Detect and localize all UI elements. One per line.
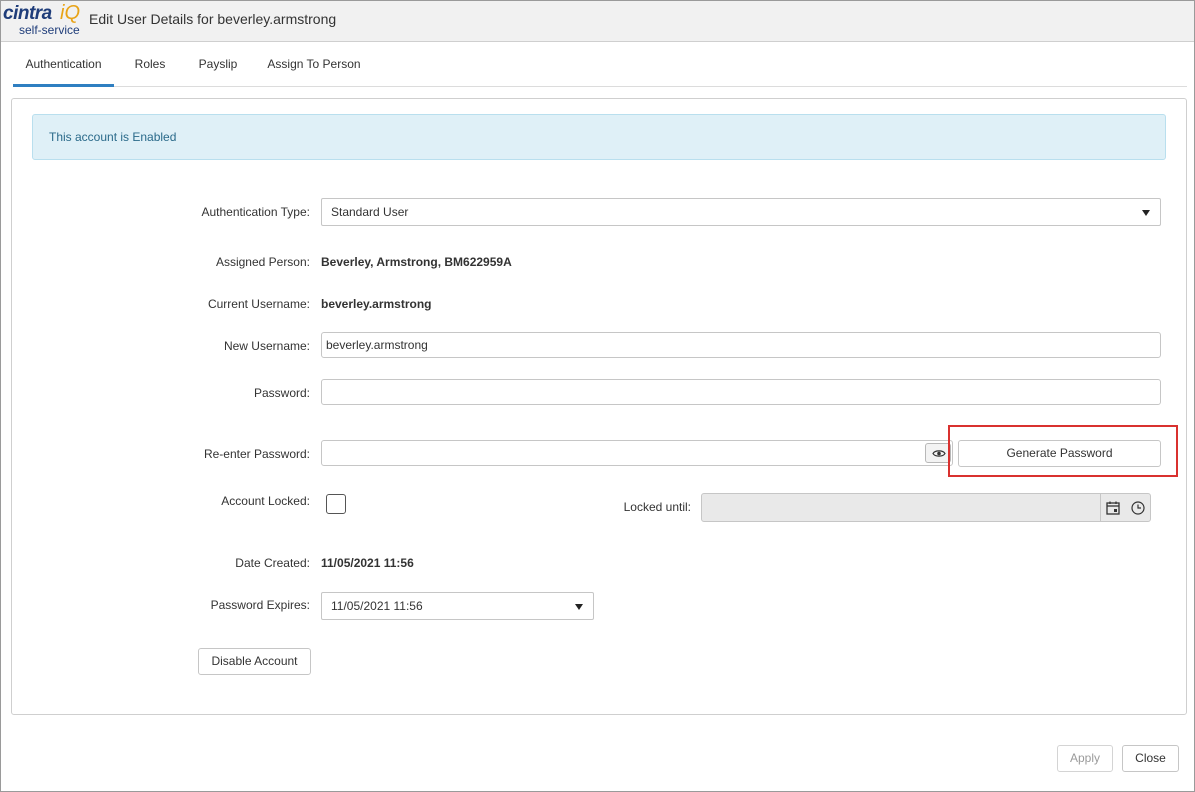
new-username-input[interactable]: beverley.armstrong [321,332,1161,358]
reenter-password-input[interactable] [321,440,953,466]
new-username-label: New Username: [223,339,310,353]
password-input[interactable] [321,379,1161,405]
auth-type-label: Authentication Type: [201,205,310,219]
tab-authentication[interactable]: Authentication [13,47,114,87]
authentication-panel: This account is Enabled [11,98,1187,715]
account-locked-label: Account Locked: [221,494,310,508]
password-expires-value: 11/05/2021 11:56 [331,599,423,613]
assigned-person-label: Assigned Person: [215,255,310,269]
tab-bar: Authentication Roles Payslip Assign To P… [13,47,1187,87]
apply-button[interactable]: Apply [1057,745,1113,772]
logo-subtitle: self-service [19,23,80,37]
calendar-button[interactable] [1100,494,1124,521]
window-title: Edit User Details for beverley.armstrong [89,11,337,27]
logo-iq: iQ [60,2,80,24]
locked-until-label: Locked until: [623,500,691,514]
current-username-label: Current Username: [207,297,310,311]
chevron-down-icon [575,604,583,610]
assigned-person-value: Beverley, Armstrong, BM622959A [321,255,512,269]
password-label: Password: [253,386,310,400]
auth-type-value: Standard User [331,205,409,219]
account-status-alert: This account is Enabled [32,114,1166,160]
date-created-label: Date Created: [235,556,310,570]
tab-payslip[interactable]: Payslip [191,47,245,87]
edit-user-dialog: cintra iQ self-service Edit User Details… [0,0,1195,792]
calendar-icon [1106,501,1120,515]
tab-assign-to-person[interactable]: Assign To Person [261,47,367,87]
title-bar: cintra iQ self-service Edit User Details… [1,1,1194,42]
password-expires-label: Password Expires: [210,598,310,612]
account-locked-checkbox[interactable] [326,494,346,514]
eye-icon [932,450,946,457]
time-button[interactable] [1126,494,1150,521]
cintra-logo: cintra iQ self-service [3,2,85,39]
logo-wordmark: cintra [3,3,52,24]
current-username-value: beverley.armstrong [321,297,432,311]
locked-until-field [701,493,1151,522]
auth-type-select[interactable]: Standard User [321,198,1161,226]
highlight-annotation [948,425,1178,477]
tab-roles[interactable]: Roles [126,47,174,87]
chevron-down-icon [1142,210,1150,216]
disable-account-button[interactable]: Disable Account [198,648,311,675]
password-expires-select[interactable]: 11/05/2021 11:56 [321,592,594,620]
close-button[interactable]: Close [1122,745,1179,772]
reenter-password-label: Re-enter Password: [203,447,310,461]
date-created-value: 11/05/2021 11:56 [321,556,414,570]
clock-icon [1131,501,1145,515]
